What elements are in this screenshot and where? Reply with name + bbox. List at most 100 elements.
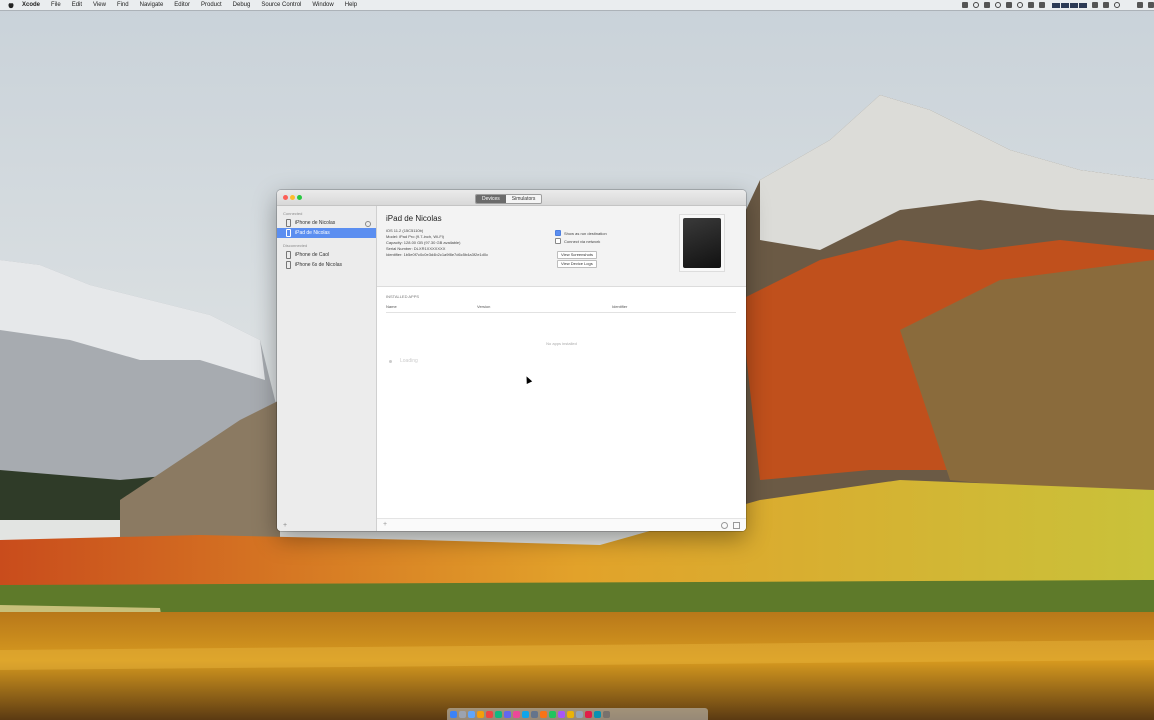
menu-file[interactable]: File (51, 0, 61, 10)
iphone-icon (286, 219, 291, 227)
checkbox-checked-icon (555, 230, 561, 236)
column-identifier[interactable]: Identifier (612, 304, 627, 309)
menu-debug[interactable]: Debug (233, 0, 251, 10)
sidebar-item-label: iPhone de Nicolas (295, 220, 336, 226)
devices-window: Devices Simulators Connected iPhone de N… (277, 190, 746, 531)
dock-app-icon[interactable] (513, 710, 520, 718)
menu-view[interactable]: View (93, 0, 106, 10)
device-detail-pane: iPad de Nicolas iOS 11.2 (15C5110b) Mode… (377, 206, 746, 531)
apple-menu-icon[interactable] (8, 1, 16, 9)
menu-source-control[interactable]: Source Control (261, 0, 301, 10)
view-device-logs-button[interactable]: View Device Logs (557, 260, 597, 268)
sidebar-section-disconnected: Disconnected (283, 243, 308, 248)
menu-help[interactable]: Help (345, 0, 357, 10)
device-info-block: iPad de Nicolas iOS 11.2 (15C5110b) Mode… (377, 206, 746, 287)
window-titlebar[interactable]: Devices Simulators (277, 190, 746, 206)
dock-app-icon[interactable] (585, 710, 592, 718)
app-settings-gear-icon[interactable] (721, 522, 728, 529)
status-music-icon[interactable] (984, 2, 990, 8)
run-destination-checkbox[interactable]: Show as run destination (555, 230, 607, 236)
tab-simulators[interactable]: Simulators (505, 195, 542, 203)
dock-app-icon[interactable] (486, 710, 493, 718)
status-app-icon[interactable] (962, 2, 968, 8)
more-options-icon[interactable] (733, 522, 740, 529)
menu-bar: Xcode File Edit View Find Navigate Edito… (0, 0, 1154, 10)
zoom-button[interactable] (297, 195, 302, 200)
device-details: iOS 11.2 (15C5110b) Model: iPad Pro (9.7… (386, 228, 488, 258)
dock-app-icon[interactable] (549, 710, 556, 718)
sidebar-item-label: iPad de Nicolas (295, 230, 330, 236)
add-device-button[interactable]: + (283, 522, 287, 529)
installed-apps-title: INSTALLED APPS (386, 294, 420, 299)
dock-app-icon[interactable] (540, 710, 547, 718)
checkbox-unchecked-icon (555, 238, 561, 244)
apps-bottom-bar: + (377, 518, 746, 531)
loading-icon (365, 221, 371, 227)
iphone-icon (286, 261, 291, 269)
view-screenshots-button[interactable]: View Screenshots (557, 251, 597, 259)
sidebar-item-iphone-caol[interactable]: iPhone de Caol (277, 250, 376, 260)
status-headphones-icon[interactable] (1028, 2, 1034, 8)
ipad-screen (683, 218, 721, 268)
dock-app-icon[interactable] (531, 710, 538, 718)
minimize-button[interactable] (290, 195, 295, 200)
dock-app-icon[interactable] (567, 710, 574, 718)
menu-window[interactable]: Window (312, 0, 333, 10)
dock-app-icon[interactable] (558, 710, 565, 718)
dock-app-icon[interactable] (576, 710, 583, 718)
status-cpu-graph[interactable] (1051, 2, 1087, 8)
menu-editor[interactable]: Editor (174, 0, 190, 10)
bluetooth-icon[interactable] (1092, 2, 1098, 8)
dock-app-icon[interactable] (477, 710, 484, 718)
sidebar-item-iphone[interactable]: iPhone de Nicolas (277, 218, 376, 228)
dock-launchpad-icon[interactable] (459, 710, 466, 718)
dock-xcode-icon[interactable] (522, 710, 529, 718)
menu-navigate[interactable]: Navigate (140, 0, 164, 10)
status-sync-icon[interactable] (973, 2, 979, 8)
loading-label: Loading (400, 358, 418, 364)
connect-network-checkbox[interactable]: Connect via network (555, 238, 600, 244)
iphone-icon (286, 251, 291, 259)
checkbox-label: Connect via network (564, 238, 601, 244)
sidebar-section-connected: Connected (283, 211, 303, 216)
menu-product[interactable]: Product (201, 0, 222, 10)
menu-find[interactable]: Find (117, 0, 129, 10)
status-battery-icon[interactable] (1039, 2, 1045, 8)
dock-finder-icon[interactable] (450, 710, 457, 718)
menu-app-name[interactable]: Xcode (22, 0, 40, 10)
sidebar-item-ipad[interactable]: iPad de Nicolas (277, 228, 376, 238)
volume-icon[interactable] (1114, 2, 1120, 8)
sidebar-item-label: iPhone de Caol (295, 252, 330, 258)
sidebar-item-iphone-6s[interactable]: iPhone 6s de Nicolas (277, 260, 376, 270)
dock-app-icon[interactable] (504, 710, 511, 718)
sidebar-item-label: iPhone 6s de Nicolas (295, 262, 342, 268)
column-name[interactable]: Name (386, 304, 397, 309)
notification-center-icon[interactable] (1148, 2, 1154, 8)
apps-empty-text: No apps installed (546, 341, 577, 346)
wifi-icon[interactable] (1103, 2, 1109, 8)
status-area (957, 0, 1154, 10)
dock-trash-icon[interactable] (603, 710, 610, 718)
device-identifier: Identifier: 1b5e0f7c0c0e3d4b2c1a9f8e7d6c… (386, 252, 489, 257)
dock-app-icon[interactable] (594, 710, 601, 718)
status-dropbox-icon[interactable] (1006, 2, 1012, 8)
add-app-button[interactable]: + (383, 521, 387, 528)
ipad-icon (286, 229, 291, 237)
apps-loading-row: Loading (389, 358, 418, 364)
apps-table-header: Name Version Identifier (386, 304, 736, 313)
devices-simulators-switch: Devices Simulators (475, 194, 543, 204)
spinner-icon (389, 359, 392, 363)
status-gear-icon[interactable] (995, 2, 1001, 8)
spotlight-icon[interactable] (1137, 2, 1143, 8)
dock (447, 708, 708, 720)
dock-app-icon[interactable] (495, 710, 502, 718)
status-timemachine-icon[interactable] (1017, 2, 1023, 8)
tab-devices[interactable]: Devices (476, 195, 506, 203)
sidebar-bottom-bar: + (277, 519, 376, 531)
close-button[interactable] (283, 195, 288, 200)
device-sidebar: Connected iPhone de Nicolas iPad de Nico… (277, 206, 377, 531)
dock-safari-icon[interactable] (468, 710, 475, 718)
column-version[interactable]: Version (477, 304, 490, 309)
menu-edit[interactable]: Edit (72, 0, 82, 10)
device-name: iPad de Nicolas (386, 214, 442, 223)
